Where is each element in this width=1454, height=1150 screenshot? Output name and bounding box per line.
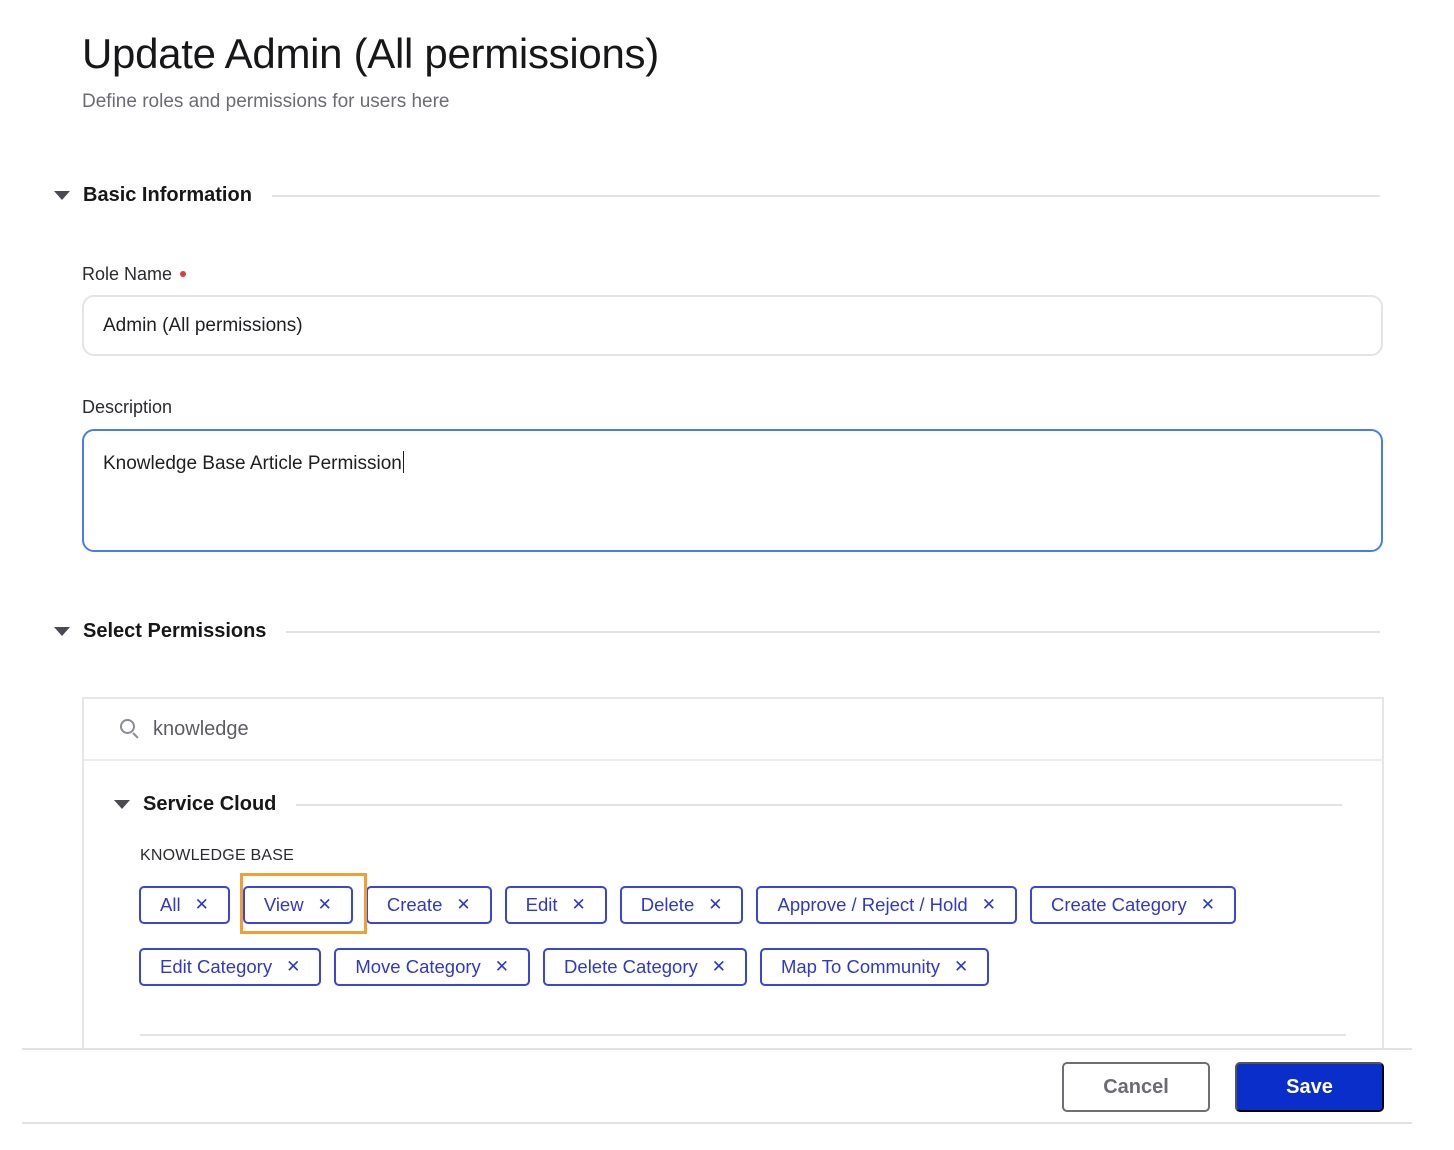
section-title: Select Permissions bbox=[83, 620, 267, 642]
permission-tag-approve-reject-hold[interactable]: Approve / Reject / Hold ✕ bbox=[756, 886, 1017, 924]
tag-label: Edit Category bbox=[160, 956, 273, 977]
permission-tag-map-to-community[interactable]: Map To Community ✕ bbox=[759, 948, 990, 986]
collapse-caret-icon[interactable] bbox=[114, 800, 130, 809]
section-divider bbox=[286, 630, 1381, 633]
permission-tag-all[interactable]: All ✕ bbox=[139, 886, 230, 924]
remove-icon[interactable]: ✕ bbox=[954, 957, 968, 977]
tag-label: Move Category bbox=[355, 956, 481, 977]
required-indicator-icon bbox=[180, 271, 187, 278]
permissions-panel: knowledge Service Cloud KNOWLEDGE BASE A… bbox=[82, 697, 1384, 1057]
remove-icon[interactable]: ✕ bbox=[318, 895, 332, 915]
collapse-caret-icon[interactable] bbox=[54, 191, 70, 200]
tag-row-2: Edit Category ✕ Move Category ✕ Delete Cat… bbox=[139, 948, 990, 986]
permission-tag-view[interactable]: View ✕ bbox=[242, 886, 353, 924]
tag-label: Map To Community bbox=[780, 956, 941, 977]
permission-tag-edit[interactable]: Edit ✕ bbox=[504, 886, 607, 924]
page-title: Update Admin (All permissions) bbox=[82, 30, 659, 77]
section-divider bbox=[271, 194, 1380, 197]
tag-label: View bbox=[263, 894, 304, 915]
search-icon bbox=[120, 719, 140, 739]
tag-label: Create bbox=[386, 894, 443, 915]
role-name-input[interactable]: Admin (All permissions) bbox=[82, 295, 1383, 356]
role-name-label: Role Name bbox=[82, 264, 187, 285]
permission-tag-move-category[interactable]: Move Category ✕ bbox=[334, 948, 531, 986]
category-label: KNOWLEDGE BASE bbox=[140, 847, 294, 864]
remove-icon[interactable]: ✕ bbox=[982, 895, 996, 915]
permission-tag-delete-category[interactable]: Delete Category ✕ bbox=[543, 948, 747, 986]
page-subtitle: Define roles and permissions for users h… bbox=[82, 91, 450, 112]
group-service-cloud: Service Cloud bbox=[114, 793, 1343, 816]
permission-tag-create-category[interactable]: Create Category ✕ bbox=[1029, 886, 1236, 924]
collapse-caret-icon[interactable] bbox=[54, 627, 70, 636]
tag-row-1: All ✕ View ✕ Create ✕ Edit ✕ Delete ✕ Approve… bbox=[139, 886, 1236, 924]
description-label: Description bbox=[82, 397, 173, 417]
section-basic-information: Basic Information bbox=[54, 184, 1380, 207]
footer-action-bar: Cancel Save bbox=[22, 1048, 1412, 1124]
remove-icon[interactable]: ✕ bbox=[456, 895, 470, 915]
search-value: knowledge bbox=[153, 717, 249, 740]
description-textarea[interactable]: Knowledge Base Article Permission bbox=[82, 429, 1383, 552]
remove-icon[interactable]: ✕ bbox=[1201, 895, 1215, 915]
permission-search-input[interactable]: knowledge bbox=[84, 699, 1382, 761]
description-value: Knowledge Base Article Permission bbox=[103, 453, 402, 474]
permission-tag-create[interactable]: Create ✕ bbox=[365, 886, 492, 924]
save-button[interactable]: Save bbox=[1235, 1062, 1384, 1112]
permission-tag-edit-category[interactable]: Edit Category ✕ bbox=[139, 948, 322, 986]
role-name-value: Admin (All permissions) bbox=[103, 314, 303, 336]
tag-label: Approve / Reject / Hold bbox=[777, 894, 968, 915]
role-name-label-text: Role Name bbox=[82, 264, 173, 284]
group-divider bbox=[296, 803, 1343, 806]
section-select-permissions: Select Permissions bbox=[54, 620, 1381, 643]
remove-icon[interactable]: ✕ bbox=[495, 957, 509, 977]
remove-icon[interactable]: ✕ bbox=[712, 957, 726, 977]
section-title: Basic Information bbox=[83, 184, 252, 206]
tag-label: All bbox=[160, 894, 181, 915]
cancel-button[interactable]: Cancel bbox=[1062, 1062, 1210, 1112]
tag-label: Delete bbox=[640, 894, 695, 915]
permission-tag-delete[interactable]: Delete ✕ bbox=[619, 886, 744, 924]
tag-label: Create Category bbox=[1050, 894, 1187, 915]
text-cursor bbox=[402, 451, 405, 473]
remove-icon[interactable]: ✕ bbox=[286, 957, 300, 977]
group-bottom-divider bbox=[140, 1034, 1346, 1036]
tag-label: Delete Category bbox=[564, 956, 698, 977]
remove-icon[interactable]: ✕ bbox=[572, 895, 586, 915]
tag-label: Edit bbox=[525, 894, 558, 915]
remove-icon[interactable]: ✕ bbox=[195, 895, 209, 915]
group-title: Service Cloud bbox=[143, 793, 277, 815]
remove-icon[interactable]: ✕ bbox=[708, 895, 722, 915]
